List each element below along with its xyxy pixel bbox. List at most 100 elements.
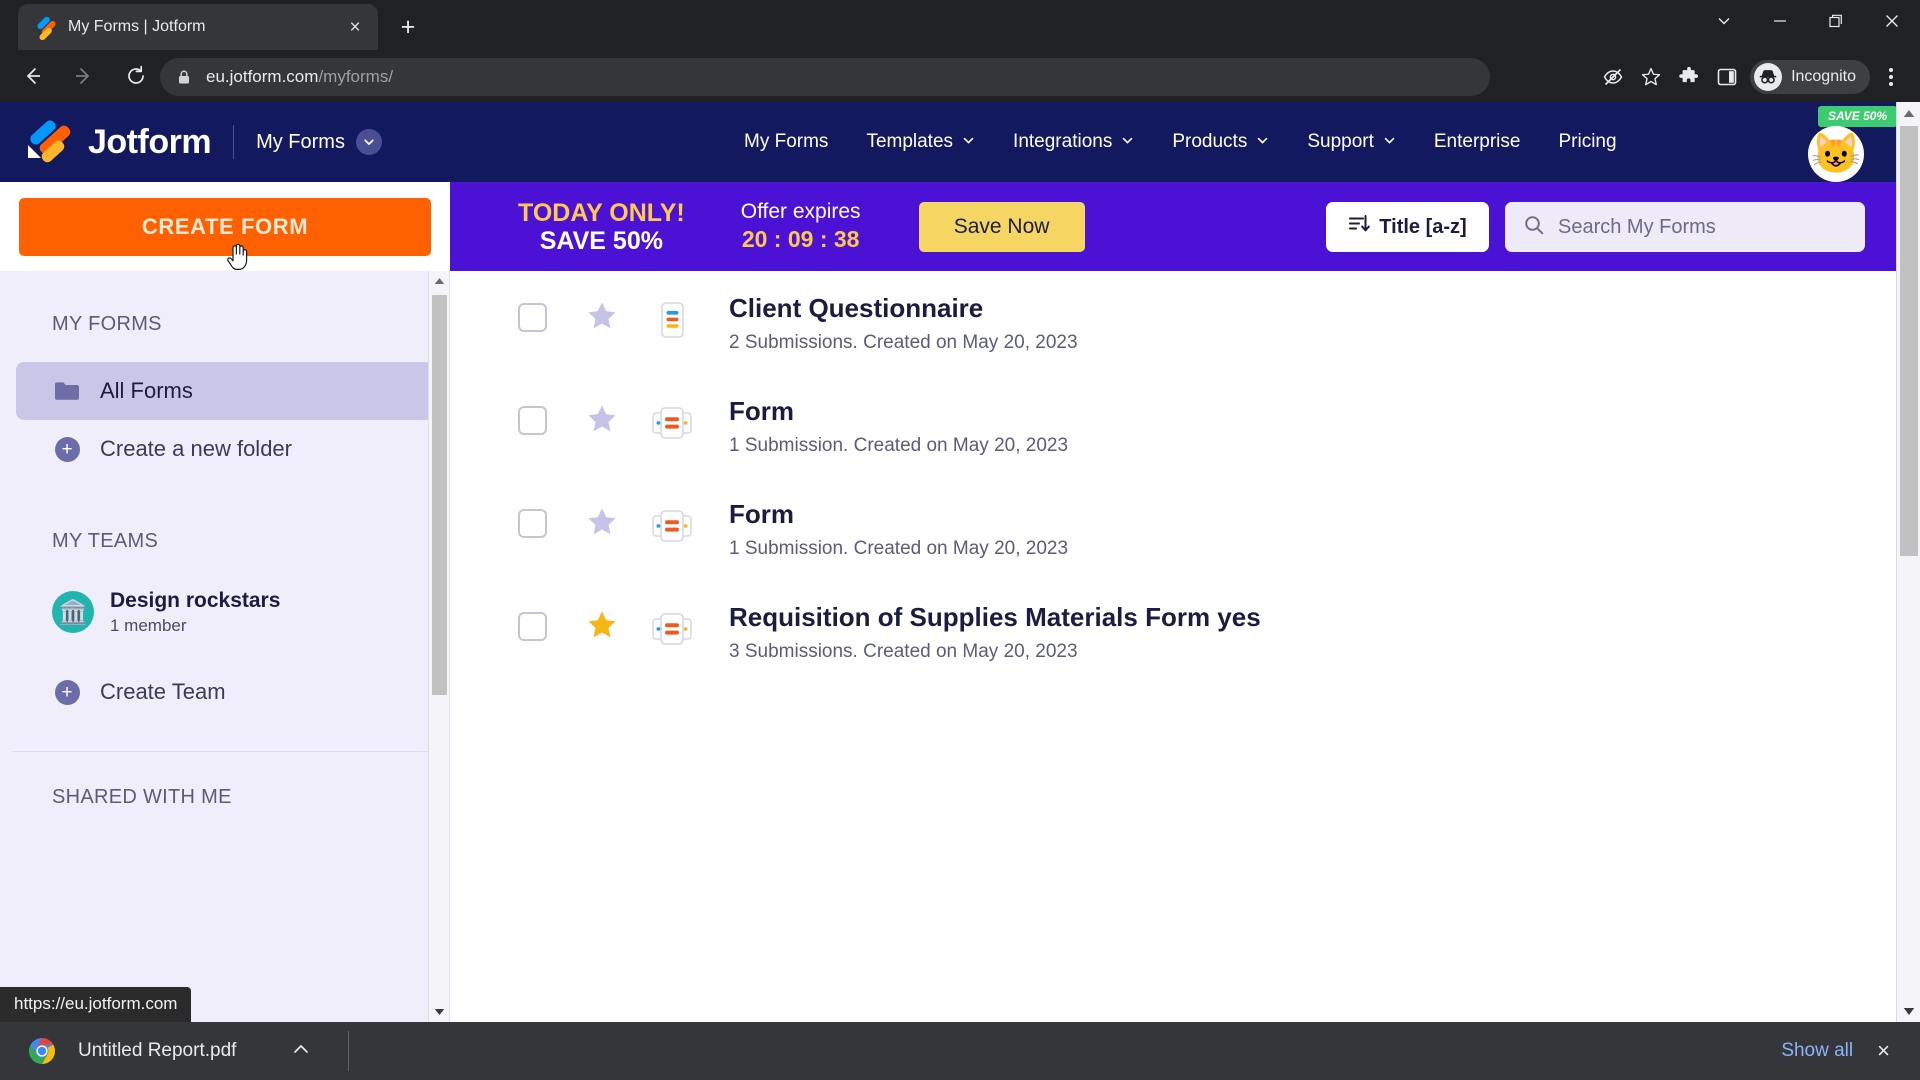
browser-tab[interactable]: My Forms | Jotform × [18, 4, 378, 50]
form-title[interactable]: Form [729, 396, 1068, 427]
row-checkbox[interactable] [518, 612, 547, 641]
nav-label: Templates [866, 131, 954, 152]
favorite-star-icon[interactable] [582, 402, 622, 436]
scroll-up-arrow-icon[interactable] [429, 271, 450, 291]
new-tab-button[interactable]: + [392, 12, 424, 44]
favorite-star-icon[interactable] [582, 505, 622, 539]
row-text: Form 1 Submission. Created on May 20, 20… [729, 396, 1068, 457]
url-domain: eu.jotform.com [206, 67, 319, 86]
nav-label: Pricing [1558, 131, 1617, 152]
maximize-icon[interactable] [1808, 0, 1864, 42]
form-meta: 2 Submissions. Created on May 20, 2023 [729, 332, 1078, 354]
nav-item-support[interactable]: Support [1288, 102, 1415, 182]
sidebar-scrollbar[interactable] [428, 271, 449, 1022]
close-download-shelf-icon[interactable]: × [1871, 1040, 1896, 1062]
save-badge: SAVE 50% [1818, 106, 1898, 127]
sidebar-scroll-thumb[interactable] [432, 295, 447, 695]
page-scroll-thumb[interactable] [1900, 126, 1918, 556]
scroll-up-arrow-icon[interactable] [1897, 102, 1920, 124]
row-checkbox[interactable] [518, 406, 547, 435]
nav-item-templates[interactable]: Templates [847, 102, 994, 182]
favorite-star-icon[interactable] [582, 608, 622, 642]
row-text: Client Questionnaire 2 Submissions. Crea… [729, 293, 1078, 354]
account-avatar-wrap[interactable]: SAVE 50% 😺 [1808, 106, 1898, 182]
form-card-icon [647, 295, 697, 345]
back-arrow-icon[interactable] [12, 56, 52, 96]
side-panel-icon[interactable] [1708, 58, 1746, 96]
chevron-down-icon [1121, 131, 1134, 153]
tab-search-chevron-down-icon[interactable] [1696, 0, 1752, 42]
sort-label: Title [a-z] [1379, 215, 1467, 238]
reload-icon[interactable] [116, 56, 156, 96]
promo-countdown-value: 20 : 09 : 38 [741, 226, 860, 253]
minimize-icon[interactable] [1752, 0, 1808, 42]
bookmark-star-icon[interactable] [1632, 58, 1670, 96]
sidebar-item-all-forms[interactable]: All Forms [16, 362, 433, 420]
nav-item-products[interactable]: Products [1153, 102, 1288, 182]
download-shelf-actions: Show all × [1781, 1040, 1896, 1062]
download-item[interactable]: Untitled Report.pdf [28, 1031, 350, 1071]
search-input[interactable] [1558, 215, 1847, 239]
sidebar-team-item[interactable]: 🏛️ Design rockstars 1 member [16, 579, 433, 645]
form-carousel-icon [647, 501, 697, 551]
plus-circle-icon: + [52, 436, 82, 462]
three-dot-menu-icon[interactable] [1874, 68, 1908, 86]
download-divider [348, 1031, 350, 1071]
search-my-forms-box[interactable] [1505, 202, 1865, 252]
table-row[interactable]: Requisition of Supplies Materials Form y… [451, 580, 1896, 683]
page-scrollbar[interactable] [1896, 102, 1920, 1022]
close-window-icon[interactable] [1864, 0, 1920, 42]
promo-expires-label: Offer expires [740, 200, 861, 224]
profile-incognito-button[interactable]: Incognito [1750, 60, 1870, 94]
header-my-forms-dropdown[interactable]: My Forms [256, 129, 382, 155]
jotform-logo[interactable]: Jotform [28, 118, 212, 165]
sort-button[interactable]: Title [a-z] [1326, 202, 1489, 252]
sidebar-item-create-folder[interactable]: + Create a new folder [16, 420, 433, 478]
jotform-wordmark: Jotform [88, 122, 212, 161]
browser-window: My Forms | Jotform × + eu.jotform.com/my… [0, 0, 1920, 1080]
form-title[interactable]: Form [729, 499, 1068, 530]
address-bar[interactable]: eu.jotform.com/myforms/ [160, 58, 1490, 96]
form-title[interactable]: Client Questionnaire [729, 293, 1078, 324]
url-text: eu.jotform.com/myforms/ [206, 67, 393, 87]
create-form-button[interactable]: CREATE FORM [19, 197, 431, 256]
scroll-down-arrow-icon[interactable] [429, 1002, 450, 1022]
browser-toolbar: eu.jotform.com/myforms/ Incognito [0, 50, 1920, 102]
forward-arrow-icon [64, 56, 104, 96]
download-shelf: Untitled Report.pdf Show all × [0, 1022, 1920, 1080]
scroll-down-arrow-icon[interactable] [1897, 1000, 1920, 1022]
favorite-star-icon[interactable] [582, 299, 622, 333]
team-info: Design rockstars 1 member [110, 588, 280, 636]
eye-off-icon[interactable] [1594, 58, 1632, 96]
nav-item-integrations[interactable]: Integrations [994, 102, 1153, 182]
table-row[interactable]: Form 1 Submission. Created on May 20, 20… [451, 374, 1896, 477]
form-title[interactable]: Requisition of Supplies Materials Form y… [729, 602, 1261, 633]
form-meta: 1 Submission. Created on May 20, 2023 [729, 538, 1069, 560]
nav-label: Products [1172, 131, 1248, 152]
window-controls [1696, 0, 1920, 50]
extensions-puzzle-icon[interactable] [1670, 58, 1708, 96]
nav-item-enterprise[interactable]: Enterprise [1415, 102, 1540, 182]
nav-label: Support [1307, 131, 1374, 152]
form-meta: 1 Submission. Created on May 20, 2023 [729, 435, 1069, 457]
sidebar-divider [12, 751, 437, 752]
promo-headline: TODAY ONLY! SAVE 50% [518, 199, 685, 255]
close-tab-icon[interactable]: × [342, 14, 368, 40]
save-now-button[interactable]: Save Now [918, 201, 1085, 252]
incognito-icon [1754, 63, 1783, 91]
team-member-count: 1 member [110, 616, 187, 636]
sidebar-item-create-team[interactable]: + Create Team [16, 663, 433, 721]
chrome-icon [28, 1037, 56, 1065]
chevron-up-icon[interactable] [292, 1042, 310, 1061]
row-checkbox[interactable] [518, 509, 547, 538]
table-row[interactable]: Client Questionnaire 2 Submissions. Crea… [451, 271, 1896, 374]
table-row[interactable]: Form 1 Submission. Created on May 20, 20… [451, 477, 1896, 580]
header-divider [233, 125, 235, 159]
profile-label: Incognito [1791, 68, 1856, 85]
header-my-forms-label: My Forms [256, 130, 345, 153]
chevron-down-icon [355, 129, 382, 155]
nav-item-my-forms[interactable]: My Forms [725, 102, 847, 182]
show-all-downloads-link[interactable]: Show all [1781, 1040, 1853, 1062]
nav-item-pricing[interactable]: Pricing [1539, 102, 1635, 182]
row-checkbox[interactable] [518, 303, 547, 332]
